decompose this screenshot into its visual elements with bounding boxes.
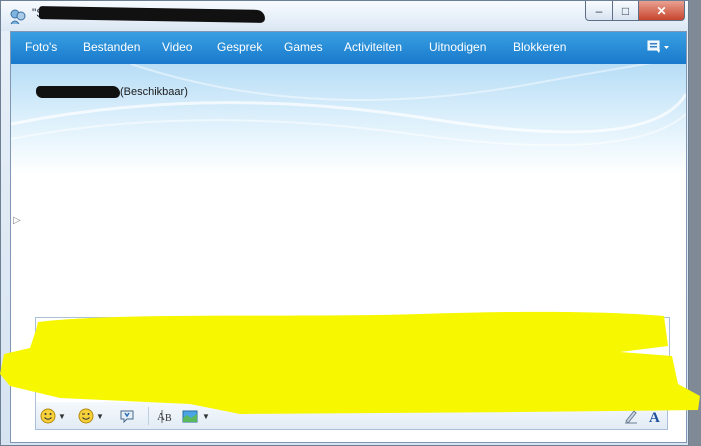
wink-button[interactable]: ▼ [78, 406, 104, 426]
font-check-icon: A B [157, 410, 172, 424]
wink-icon [78, 408, 94, 424]
svg-text:B: B [165, 413, 172, 424]
close-button[interactable]: ✕ [638, 1, 685, 21]
minimize-button[interactable]: – [585, 1, 613, 21]
menu-item-block[interactable]: Blokkeren [513, 40, 566, 54]
expand-arrow-icon[interactable]: ▷ [13, 215, 21, 226]
conversation-history[interactable] [11, 174, 686, 316]
display-options-icon[interactable] [645, 38, 675, 58]
background-button[interactable]: ▼ [182, 406, 210, 426]
title-bar[interactable]: "S – □ ✕ [1, 1, 688, 31]
menu-item-invite[interactable]: Uitnodigen [429, 40, 486, 54]
menu-item-files[interactable]: Bestanden [83, 40, 140, 54]
nudge-button[interactable] [118, 406, 136, 426]
svg-text:A: A [649, 410, 660, 424]
redacted-title [38, 6, 266, 23]
svg-text:A: A [157, 411, 165, 423]
maximize-button[interactable]: □ [612, 1, 639, 21]
menu-item-games[interactable]: Games [284, 40, 323, 54]
handwriting-button[interactable] [623, 406, 639, 426]
font-button[interactable]: A [648, 406, 664, 426]
emoticon-icon [40, 408, 56, 424]
conversation-pane: Foto's Bestanden Video Gesprek Games Act… [10, 31, 687, 443]
font-check-button[interactable]: A B [156, 406, 174, 426]
emoticon-button[interactable]: ▼ [40, 406, 66, 426]
message-input[interactable] [35, 317, 670, 404]
messenger-app-icon [10, 9, 26, 25]
contact-header: (Beschikbaar) [11, 64, 686, 174]
messenger-window: "S – □ ✕ Foto's Bestanden Video Gesprek … [0, 0, 689, 446]
contact-name-redacted [36, 86, 120, 98]
toolbar-separator [148, 407, 149, 425]
menu-item-call[interactable]: Gesprek [217, 40, 262, 54]
handwriting-icon [625, 410, 637, 424]
contact-status: (Beschikbaar) [120, 86, 188, 98]
menu-bar: Foto's Bestanden Video Gesprek Games Act… [11, 32, 686, 64]
input-toolbar: ▼ ▼ A B ▼ A [35, 402, 668, 430]
background-icon [182, 410, 198, 423]
menu-item-activities[interactable]: Activiteiten [344, 40, 402, 54]
font-icon: A [649, 410, 660, 424]
menu-item-video[interactable]: Video [162, 40, 192, 54]
menu-item-photos[interactable]: Foto's [25, 40, 57, 54]
nudge-icon [120, 410, 134, 424]
